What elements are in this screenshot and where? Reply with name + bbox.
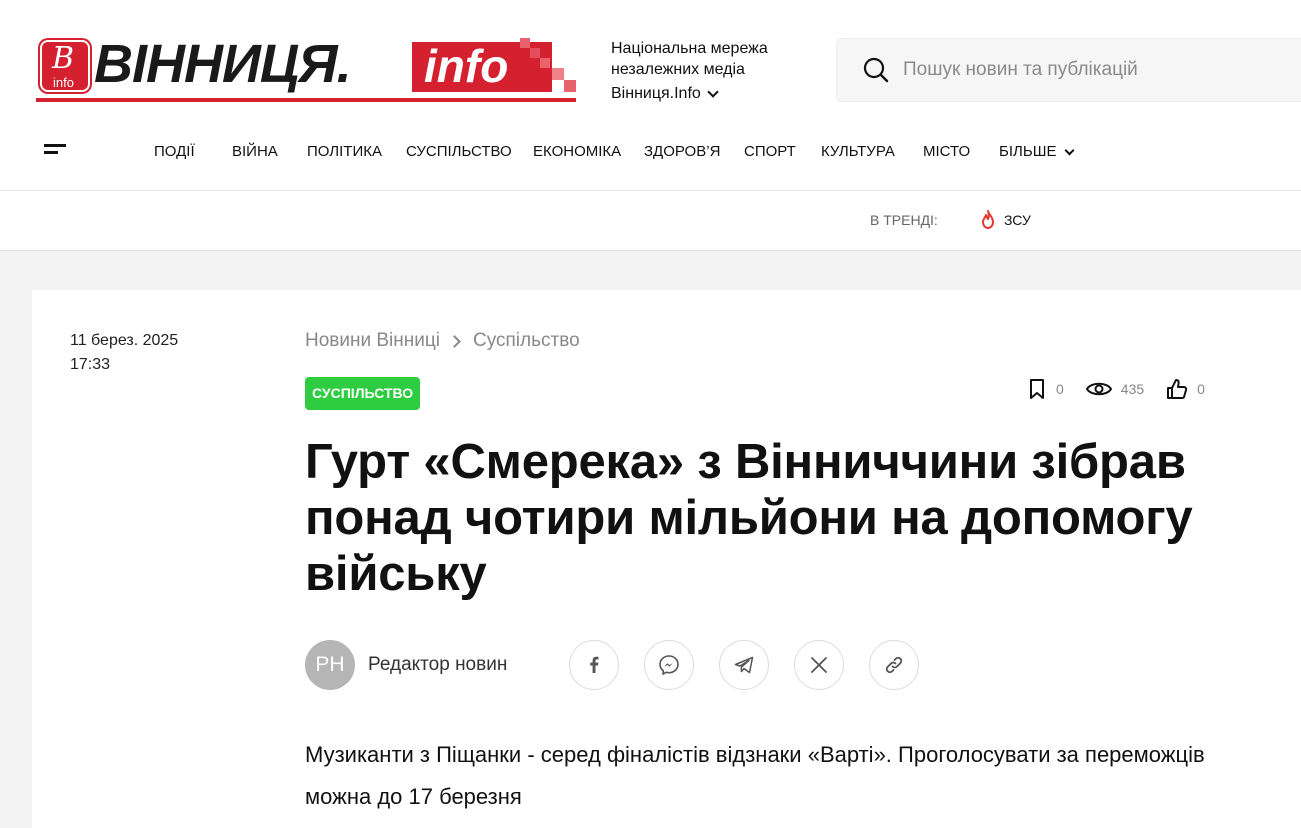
breadcrumb-home[interactable]: Новини Вінниці (305, 330, 440, 352)
trending-item-label: ЗСУ (1004, 212, 1031, 228)
chevron-down-icon (707, 85, 719, 98)
share-x-button[interactable] (794, 640, 844, 690)
article-card: 11 берез. 2025 17:33 Новини Вінниці Сусп… (32, 290, 1301, 828)
eye-icon (1085, 382, 1112, 396)
tagline-line-2: незалежних медіа (611, 61, 745, 78)
search-input[interactable] (903, 59, 1283, 81)
chevron-right-icon (448, 334, 461, 348)
nav-more-label: Більше (999, 143, 1057, 160)
bookmark-button[interactable]: 0 (1027, 378, 1064, 400)
nav-item-misto[interactable]: Місто (923, 142, 970, 162)
nav-item-suspilstvo[interactable]: Суспільство (406, 142, 512, 162)
search-icon (863, 57, 889, 83)
logo-badge-sub: info (53, 75, 74, 90)
views-count: 435 (1120, 381, 1145, 397)
thumbs-up-icon (1167, 379, 1188, 399)
trending-label: В ТРЕНДІ: (870, 212, 938, 228)
article-title: Гурт «Смерека» з Вінниччини зібрав понад… (305, 435, 1193, 601)
chevron-down-icon (1065, 145, 1075, 155)
article-date: 11 берез. 2025 (70, 332, 179, 349)
article-time: 17:33 (70, 356, 111, 373)
category-tag[interactable]: СУСПІЛЬСТВО (305, 377, 421, 410)
views-stat: 435 (1085, 380, 1145, 398)
share-telegram-button[interactable] (719, 640, 769, 690)
logo-badge-letter: B (52, 41, 75, 76)
share-facebook-button[interactable] (569, 640, 619, 690)
network-selector[interactable]: Вінниця.Info (611, 83, 768, 104)
copy-link-button[interactable] (869, 640, 919, 690)
logo-wordmark: ВІННИЦЯ. (94, 34, 352, 94)
nav-item-zdorovia[interactable]: Здоров’я (644, 142, 720, 162)
article-stats: 0 435 0 (1027, 378, 1227, 400)
site-logo[interactable]: B info ВІННИЦЯ. info (36, 34, 581, 104)
nav-item-polityka[interactable]: Політика (307, 142, 382, 162)
nav-more-dropdown[interactable]: Більше (999, 142, 1075, 162)
trending-item-zsu[interactable]: ЗСУ (978, 209, 1031, 231)
telegram-icon (734, 656, 754, 674)
bookmark-icon (1030, 379, 1044, 399)
author-name: Редактор новин (368, 654, 508, 675)
nav-item-ekonomika[interactable]: Економіка (533, 142, 621, 162)
nav-item-viina[interactable]: Війна (232, 142, 278, 162)
article-datetime: 11 берез. 2025 17:33 (70, 329, 178, 377)
bookmark-count: 0 (1056, 381, 1064, 397)
facebook-icon (590, 656, 599, 673)
share-messenger-button[interactable] (644, 640, 694, 690)
like-button[interactable]: 0 (1166, 378, 1205, 400)
nav-item-kultura[interactable]: Культура (821, 142, 895, 162)
logo-badge: B info (40, 40, 90, 92)
logo-pixel-decor (520, 38, 530, 48)
logo-pixel-decor (564, 80, 576, 92)
tagline-line-1: Національна мережа (611, 40, 768, 57)
avatar: РН (305, 640, 355, 690)
network-selector-label: Вінниця.Info (611, 85, 701, 102)
logo-pixel-decor (540, 58, 550, 68)
breadcrumb-section[interactable]: Суспільство (473, 330, 580, 352)
site-header: B info ВІННИЦЯ. info Національна мережа … (0, 0, 1301, 190)
x-icon (811, 657, 827, 673)
logo-pixel-decor (552, 68, 564, 80)
fire-icon (982, 210, 994, 229)
main-nav: Події Війна Політика Суспільство Економі… (0, 130, 1301, 174)
search-box[interactable] (836, 38, 1301, 102)
menu-icon[interactable] (44, 144, 68, 162)
network-tagline: Національна мережа незалежних медіа Вінн… (611, 38, 768, 104)
logo-underline (36, 98, 576, 102)
nav-item-podii[interactable]: Події (154, 142, 195, 162)
like-count: 0 (1197, 381, 1205, 397)
share-buttons (569, 640, 919, 690)
logo-pixel-decor (530, 48, 540, 58)
trending-bar: В ТРЕНДІ: ЗСУ (0, 190, 1301, 251)
nav-item-sport[interactable]: Спорт (744, 142, 796, 162)
messenger-icon (659, 655, 679, 676)
article-lead: Музиканти з Піщанки - серед фіналістів в… (305, 742, 1205, 809)
author-block[interactable]: РН Редактор новин (305, 640, 507, 690)
link-icon (885, 656, 903, 674)
breadcrumb: Новини Вінниці Суспільство (305, 330, 580, 352)
